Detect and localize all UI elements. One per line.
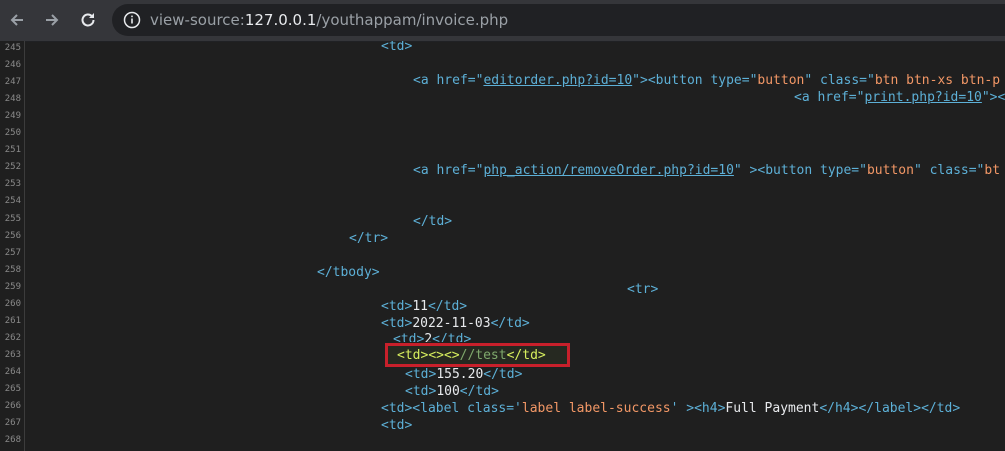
- line-number: 261: [4, 315, 21, 326]
- line-number: 263: [4, 349, 21, 360]
- link-editorder[interactable]: editorder.php?id=10: [483, 73, 632, 88]
- code-token: <td>: [381, 418, 413, 433]
- source-view[interactable]: 245 246 247 248 249 250 251 252 253 254 255 256 257 2…: [0, 41, 1005, 451]
- url-scheme: view-source:: [150, 11, 245, 29]
- line-number: 262: [4, 332, 21, 343]
- forward-button[interactable]: [39, 8, 65, 32]
- code-token: <a href=": [794, 90, 865, 105]
- code-token: ' ><h4>: [670, 401, 726, 416]
- code-line-256: </td>: [413, 214, 452, 230]
- code-line-257: </tr>: [349, 231, 388, 247]
- cell-text: 155.20: [436, 367, 484, 382]
- code-token: <td>: [381, 299, 413, 314]
- url-text[interactable]: view-source:127.0.0.1/youthappam/invoice…: [150, 10, 508, 30]
- line-number: 266: [4, 401, 21, 412]
- cell-text: 11: [412, 299, 428, 314]
- code-token: </td>: [413, 214, 453, 229]
- code-token: button: [757, 73, 805, 88]
- code-line-260: <tr>: [627, 282, 658, 298]
- code-token: </tr>: [349, 231, 389, 246]
- injected-text: <><>: [428, 348, 460, 363]
- code-token: </td>: [490, 316, 530, 331]
- code-token: " class=": [913, 163, 985, 178]
- cell-text: 100: [436, 384, 460, 399]
- code-line-268: <td>: [381, 418, 412, 434]
- code-token: <td><label class=': [381, 401, 522, 416]
- arrow-right-icon: [46, 14, 59, 26]
- code-line-262: <td>2022-11-03</td>: [381, 316, 530, 332]
- line-number: 257: [4, 247, 21, 258]
- code-line-266: <td>100</td>: [405, 384, 499, 400]
- line-number: 251: [4, 145, 21, 156]
- code-token: </td>: [483, 367, 523, 382]
- line-number: 253: [4, 179, 21, 190]
- code-token: <button type=": [757, 163, 867, 178]
- code-token: <td>: [397, 348, 429, 363]
- code-line-248: <a href="print.php?id=10"><: [794, 90, 1005, 106]
- link-print[interactable]: print.php?id=10: [864, 90, 981, 105]
- url-path: /youthappam/invoice.php: [316, 11, 509, 29]
- code-token: bt: [984, 163, 1001, 178]
- code-line-259: </tbody>: [317, 265, 380, 281]
- code-line-245: <td>: [381, 41, 412, 55]
- back-button[interactable]: [4, 8, 30, 32]
- line-number: 264: [4, 366, 21, 377]
- line-number: 255: [4, 213, 21, 224]
- code-line-267: <td><label class='label label-success' >…: [381, 401, 960, 417]
- code-token: <td>: [381, 316, 413, 331]
- line-number: 256: [4, 230, 21, 241]
- code-token: </tbody>: [317, 265, 380, 280]
- code-token: </td>: [506, 348, 546, 363]
- line-number: 252: [4, 162, 21, 173]
- code-token: button: [866, 163, 914, 178]
- line-number: 258: [4, 264, 21, 275]
- reload-icon: [81, 13, 95, 27]
- code-token: "><: [981, 90, 1005, 105]
- line-number: 259: [4, 281, 21, 292]
- line-number: 246: [4, 60, 21, 71]
- code-token: </td>: [427, 299, 468, 314]
- code-token: <a href=": [413, 163, 484, 178]
- code-line-261: <td>11</td>: [381, 299, 467, 315]
- code-token: ">: [632, 73, 648, 88]
- code-token: <td>: [381, 41, 413, 54]
- code-token: <td>: [405, 367, 437, 382]
- line-number: 249: [4, 111, 21, 122]
- code-token: <tr>: [627, 282, 659, 297]
- code-token: </td>: [459, 384, 499, 399]
- line-number: 254: [4, 196, 21, 207]
- code-line-265: <td>155.20</td>: [405, 367, 522, 383]
- code-token: label label-success: [521, 401, 671, 416]
- code-token: " class=": [804, 73, 875, 88]
- comment-text: //test: [459, 348, 507, 363]
- line-number: 268: [4, 435, 21, 446]
- info-circle-icon[interactable]: [123, 11, 141, 29]
- arrow-left-icon: [10, 14, 23, 26]
- link-remove-order[interactable]: php_action/removeOrder.php?id=10: [483, 163, 733, 178]
- line-number: 267: [4, 418, 21, 429]
- line-number: 250: [4, 128, 21, 139]
- line-number: 247: [4, 77, 21, 88]
- code-line-264-highlighted: <td><><>//test</td>: [397, 348, 546, 364]
- code-token: <button type=": [647, 73, 758, 88]
- code-line-253: <a href="php_action/removeOrder.php?id=1…: [413, 163, 1000, 179]
- code-token: </h4></label></td>: [819, 401, 961, 416]
- line-number: 248: [4, 94, 21, 105]
- line-number: 260: [4, 298, 21, 309]
- code-token: " >: [733, 163, 758, 178]
- code-token: <td>: [405, 384, 437, 399]
- line-number-gutter: 245 246 247 248 249 250 251 252 253 254 255 256 257 2…: [0, 41, 25, 451]
- url-host: 127.0.0.1: [244, 11, 317, 29]
- code-token: btn btn-xs btn-p: [874, 73, 1001, 88]
- line-number: 245: [4, 43, 21, 53]
- line-number: 265: [4, 384, 21, 394]
- address-bar[interactable]: view-source:127.0.0.1/youthappam/invoice…: [112, 4, 1005, 36]
- code-line-247: <a href="editorder.php?id=10"><button ty…: [413, 73, 1000, 89]
- code-token: <a href=": [413, 73, 484, 88]
- cell-text: Full Payment: [725, 401, 820, 416]
- reload-button[interactable]: [75, 8, 101, 32]
- browser-toolbar: view-source:127.0.0.1/youthappam/invoice…: [0, 0, 1005, 42]
- cell-text: 2022-11-03: [412, 316, 491, 331]
